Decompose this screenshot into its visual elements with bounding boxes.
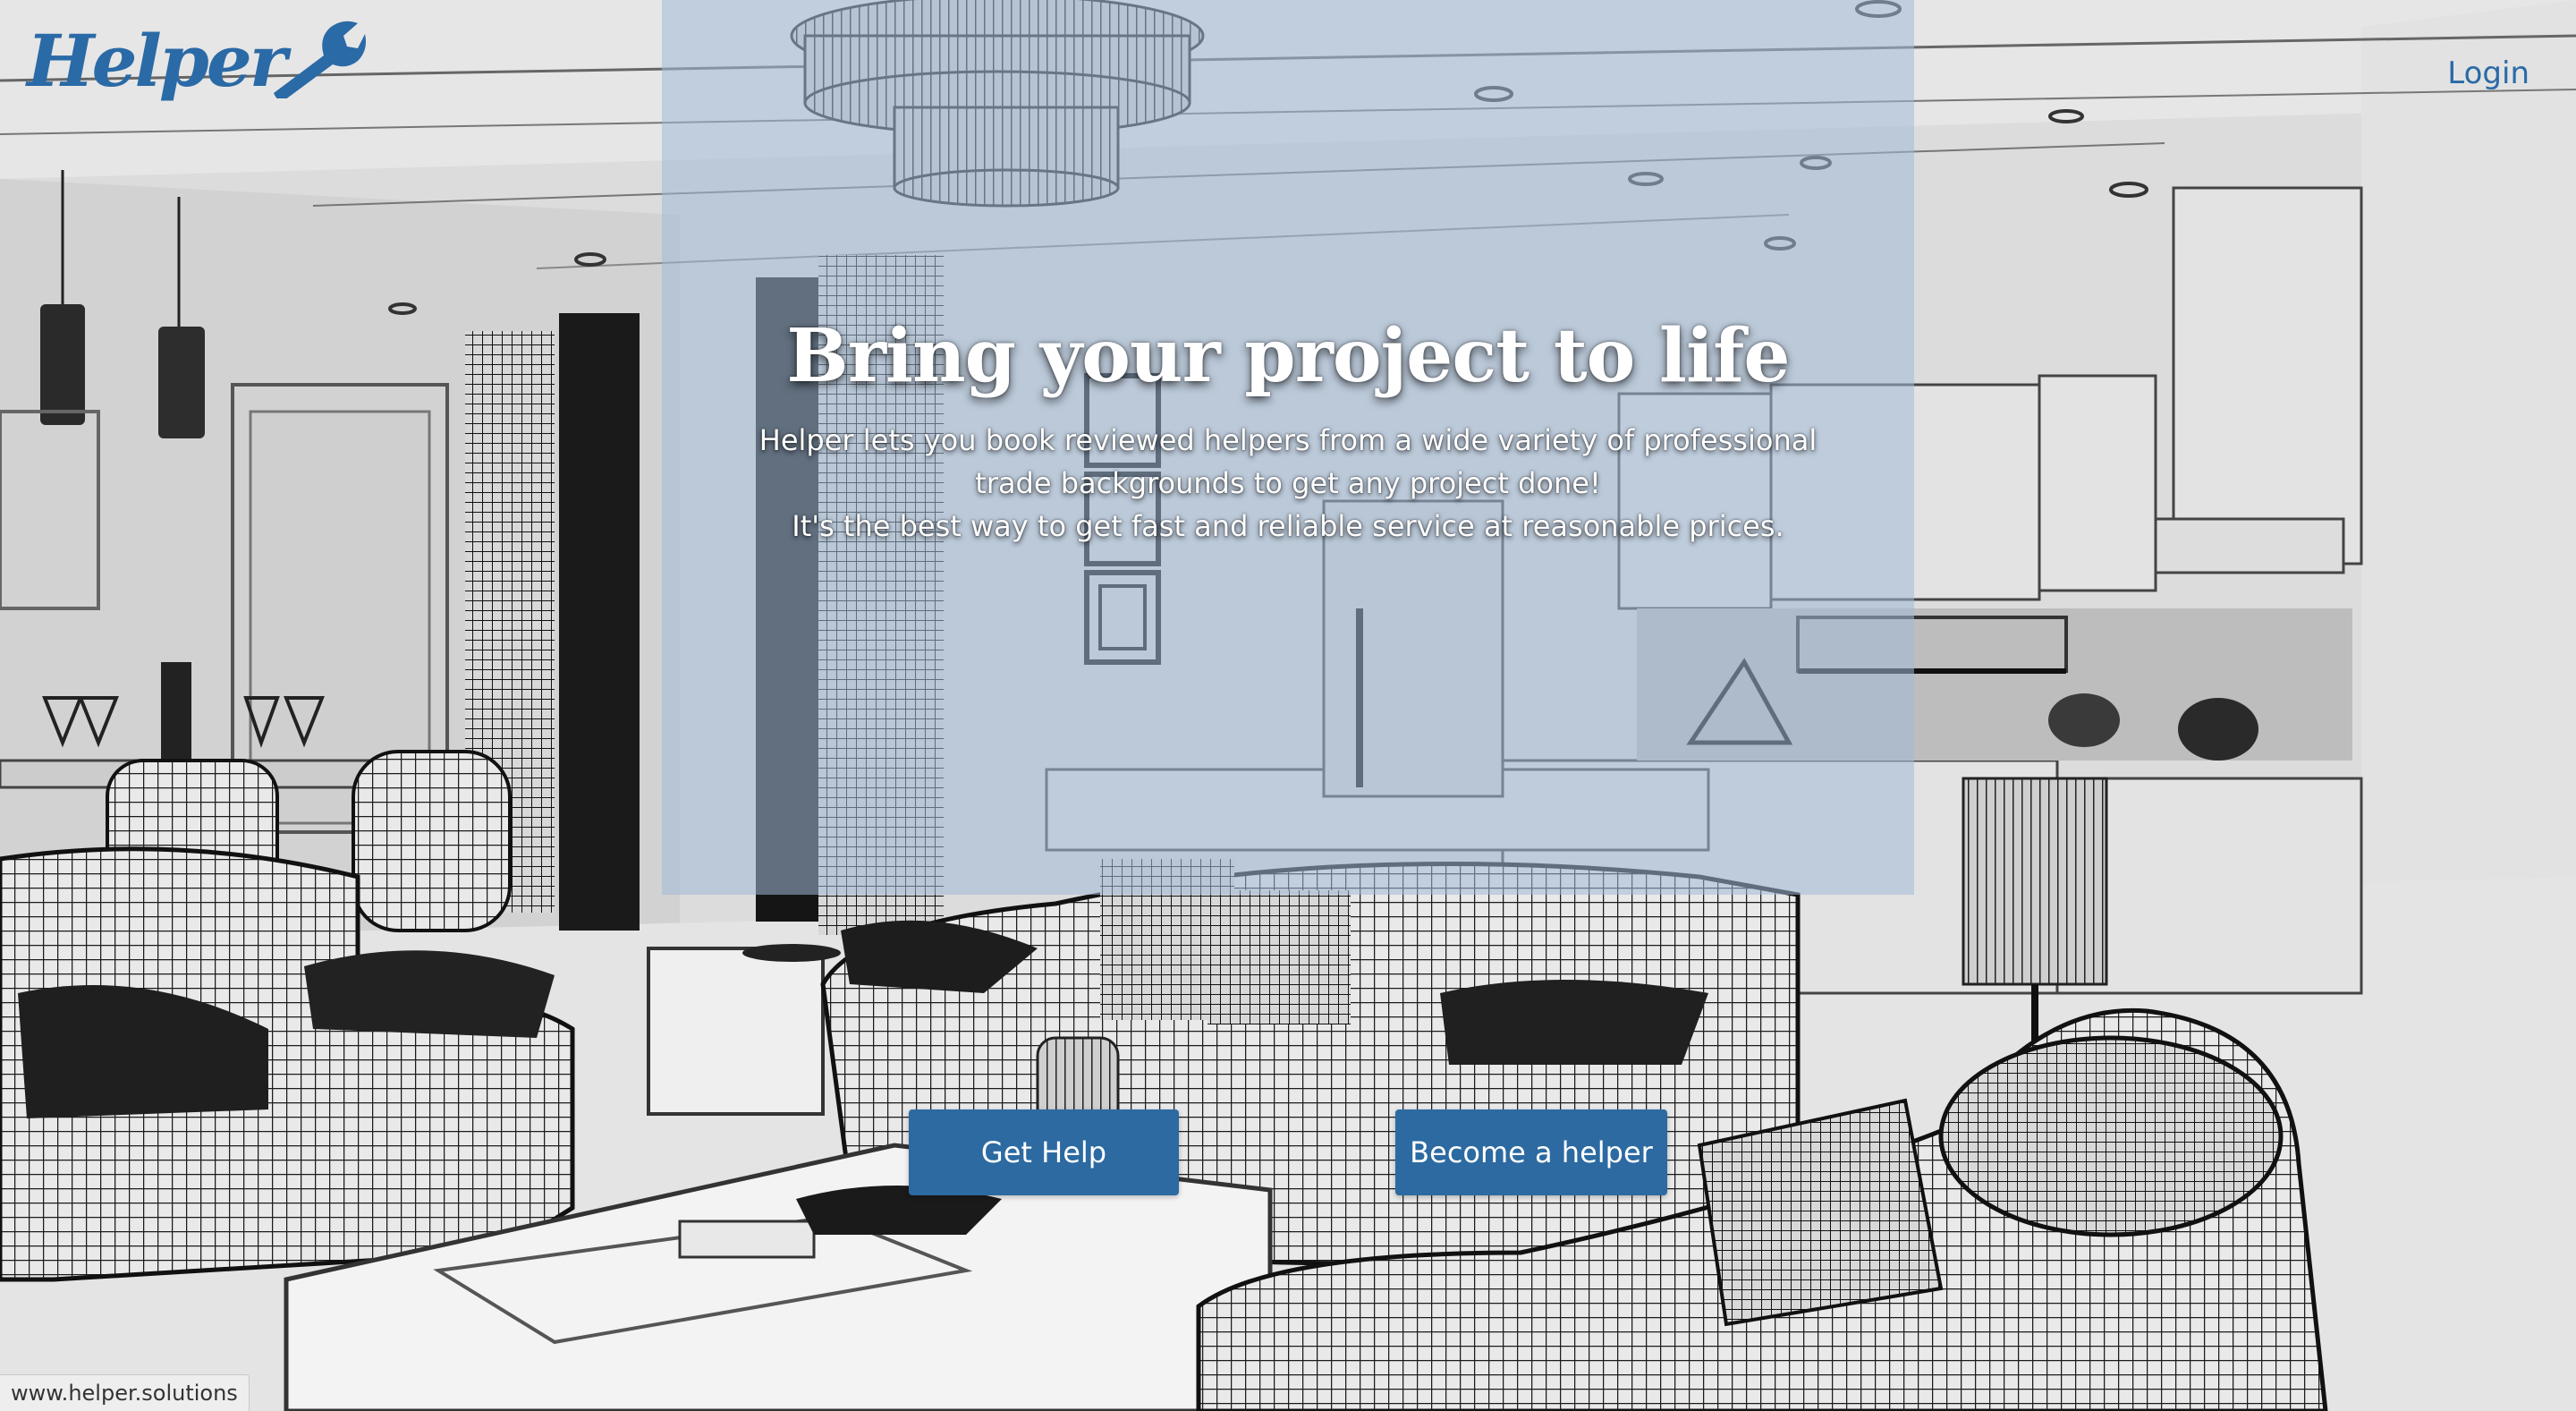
hero-description-line-1: Helper lets you book reviewed helpers fr… xyxy=(758,423,1818,500)
landing-page: Helper Login Bring your project to life … xyxy=(0,0,2576,1411)
hero-description-line-2: It's the best way to get fast and reliab… xyxy=(792,509,1784,543)
helper-logo[interactable]: Helper xyxy=(27,19,367,103)
logo-text: Helper xyxy=(27,19,287,103)
login-link[interactable]: Login xyxy=(2447,55,2529,91)
status-bar-url: www.helper.solutions xyxy=(0,1374,250,1411)
get-help-button[interactable]: Get Help xyxy=(909,1109,1179,1195)
wrench-icon xyxy=(273,21,366,98)
hero-description: Helper lets you book reviewed helpers fr… xyxy=(733,419,1843,548)
become-helper-button[interactable]: Become a helper xyxy=(1395,1109,1667,1195)
hero-headline: Bring your project to life xyxy=(786,313,1790,399)
